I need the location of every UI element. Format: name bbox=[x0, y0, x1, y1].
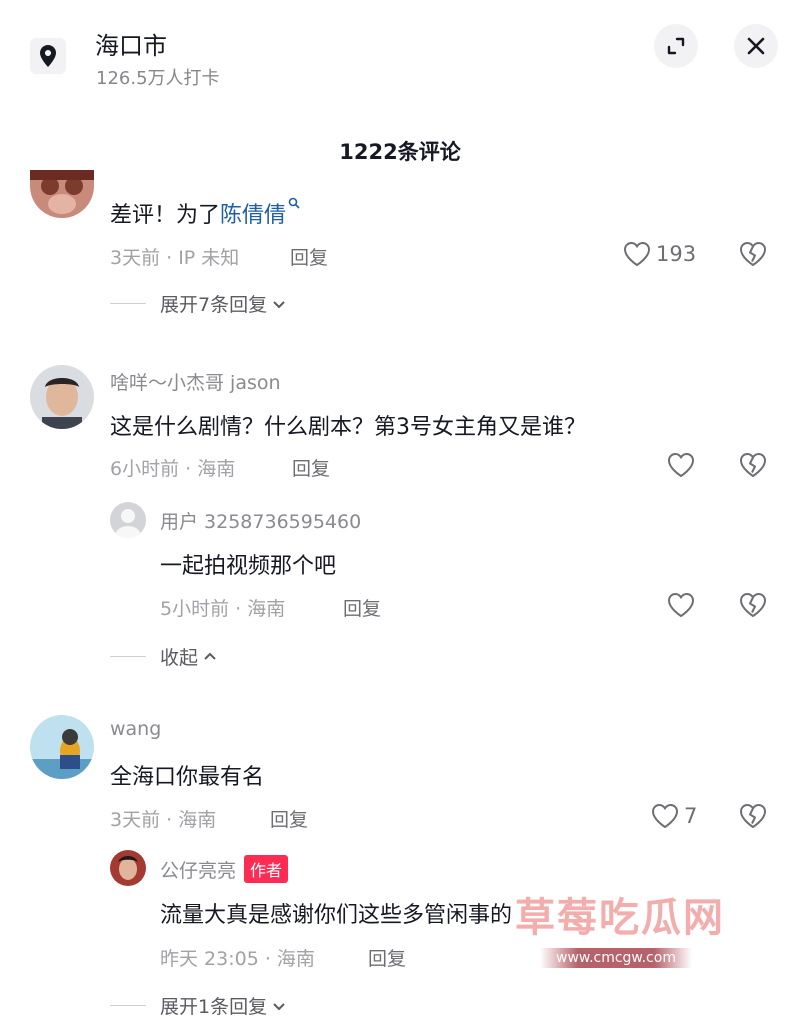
collapse-replies-button[interactable]: 收起 bbox=[110, 643, 218, 670]
like-count: 7 bbox=[684, 804, 698, 828]
expand-icon bbox=[667, 37, 685, 55]
dislike-button[interactable] bbox=[738, 591, 768, 623]
mention-link[interactable]: 陈倩倩 bbox=[220, 203, 286, 228]
expand-replies-button[interactable]: 展开7条回复 bbox=[110, 290, 287, 317]
heart-icon bbox=[623, 241, 651, 267]
dislike-button[interactable] bbox=[738, 451, 768, 483]
like-button[interactable] bbox=[666, 591, 696, 623]
reply-meta: 昨天 23:05 · 海南 bbox=[160, 948, 315, 970]
chevron-down-icon bbox=[273, 300, 285, 308]
like-button[interactable]: 7 bbox=[650, 802, 697, 830]
reply-button[interactable]: 回复 bbox=[343, 594, 381, 621]
reply-button[interactable]: 回复 bbox=[292, 454, 330, 481]
broken-heart-icon bbox=[740, 804, 766, 828]
like-button[interactable]: 193 bbox=[622, 240, 696, 268]
location-title[interactable]: 海口市 bbox=[95, 26, 167, 61]
close-icon bbox=[747, 37, 765, 55]
broken-heart-icon bbox=[740, 242, 766, 266]
broken-heart-icon bbox=[740, 453, 766, 477]
chevron-up-icon bbox=[204, 652, 216, 660]
comment-text: 这是什么剧情？什么剧本？第3号女主角又是谁？ bbox=[110, 415, 586, 440]
reply-button[interactable]: 回复 bbox=[270, 805, 308, 832]
comment-username[interactable]: wang bbox=[110, 718, 161, 740]
expand-replies-button[interactable]: 展开1条回复 bbox=[110, 992, 287, 1019]
comment-meta: 3天前 · IP 未知 bbox=[110, 247, 240, 269]
search-icon bbox=[288, 197, 300, 209]
heart-icon bbox=[651, 803, 679, 829]
comment-text: 差评！为了陈倩倩 bbox=[110, 197, 300, 229]
comment-username[interactable]: 啥咩～小杰哥 jason bbox=[110, 368, 281, 395]
heart-icon bbox=[667, 452, 695, 478]
author-badge: 作者 bbox=[244, 855, 289, 883]
comment-text: 全海口你最有名 bbox=[110, 765, 265, 790]
reply-button[interactable]: 回复 bbox=[368, 944, 406, 971]
comment-meta: 6小时前 · 海南 bbox=[110, 458, 236, 480]
avatar[interactable] bbox=[30, 715, 94, 779]
like-count: 193 bbox=[656, 242, 697, 266]
avatar[interactable] bbox=[30, 365, 94, 429]
reply-meta: 5小时前 · 海南 bbox=[160, 598, 286, 620]
reply-username[interactable]: 用户 3258736595460 bbox=[160, 507, 361, 534]
watermark-title: 草莓吃瓜网 bbox=[515, 895, 725, 941]
chevron-down-icon bbox=[273, 1002, 285, 1010]
reply-username[interactable]: 公仔亮亮 bbox=[160, 856, 236, 883]
comment-meta: 3天前 · 海南 bbox=[110, 809, 217, 831]
close-button[interactable] bbox=[734, 24, 778, 68]
dislike-button[interactable] bbox=[738, 240, 768, 272]
expand-button[interactable] bbox=[654, 24, 698, 68]
reply-button[interactable]: 回复 bbox=[290, 243, 328, 270]
location-pin-icon bbox=[30, 38, 66, 74]
location-checkin-count: 126.5万人打卡 bbox=[96, 68, 220, 89]
avatar[interactable] bbox=[110, 850, 146, 886]
dislike-button[interactable] bbox=[738, 802, 768, 834]
comment-count: 1222条评论 bbox=[339, 140, 461, 164]
reply-text: 一起拍视频那个吧 bbox=[160, 554, 337, 579]
broken-heart-icon bbox=[740, 593, 766, 617]
heart-icon bbox=[667, 592, 695, 618]
avatar[interactable] bbox=[30, 170, 94, 218]
watermark-url: www.cmcgw.com bbox=[540, 948, 692, 968]
reply-text: 流量大真是感谢你们这些多管闲事的 bbox=[160, 903, 513, 928]
avatar[interactable] bbox=[110, 502, 146, 538]
like-button[interactable] bbox=[666, 451, 696, 483]
reply-header: 公仔亮亮 作者 bbox=[160, 855, 289, 883]
